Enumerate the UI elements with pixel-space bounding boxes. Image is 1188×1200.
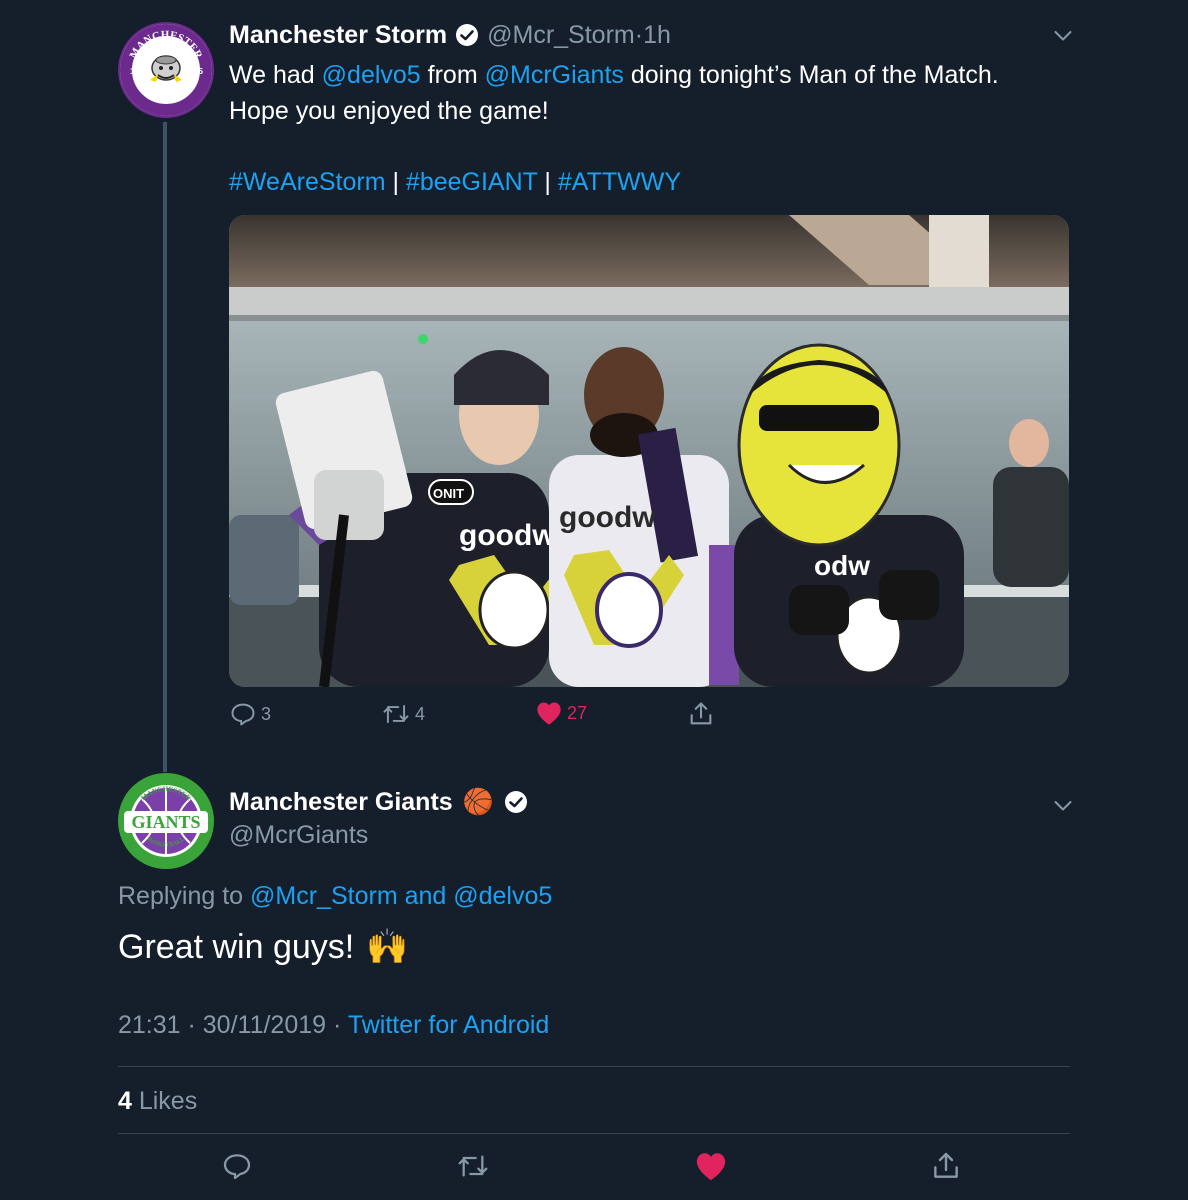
hashtag-separator: | (385, 168, 406, 196)
storm-logo: MANCHESTER STORM 19 95 (120, 24, 212, 116)
author-handle[interactable]: @Mcr_Storm (487, 20, 635, 50)
author-name[interactable]: Manchester Storm (229, 20, 447, 50)
jersey-badge-text: ONIT (433, 486, 464, 501)
divider (118, 1066, 1070, 1067)
replying-to: Replying to @Mcr_Storm and @delvo5 (118, 879, 552, 913)
divider (118, 1133, 1070, 1134)
retweet-icon (383, 704, 409, 724)
hashtag-beegiant[interactable]: #beeGIANT (406, 168, 538, 196)
like-count: 27 (567, 702, 588, 723)
tweet-source[interactable]: Twitter for Android (348, 1011, 549, 1039)
hashtag-wearestorm[interactable]: #WeAreStorm (229, 168, 386, 196)
author-name[interactable]: Manchester Giants (229, 786, 453, 818)
text-part: from (420, 61, 485, 89)
meta-separator: · (326, 1011, 348, 1039)
tweet-thread: MANCHESTER STORM 19 95 Manchester Storm … (0, 0, 1188, 1200)
tweet-time[interactable]: 1h (643, 20, 671, 50)
reply-icon[interactable] (221, 1150, 253, 1182)
mention-delvo5[interactable]: @delvo5 (322, 61, 421, 89)
raising-hands-emoji: 🙌 (366, 928, 409, 966)
retweet-icon[interactable] (455, 1150, 491, 1182)
chevron-down-icon[interactable] (1054, 800, 1072, 812)
likes-summary[interactable]: 4 Likes (118, 1084, 197, 1118)
giants-logo: MANCHESTER BASKETBALL GIANTS (119, 774, 213, 868)
tweet2-meta: 21:31 · 30/11/2019 · Twitter for Android (118, 1008, 549, 1042)
tweet1-text: We had @delvo5 from @McrGiants doing ton… (229, 57, 1129, 129)
tweet1-header: Manchester Storm @Mcr_Storm · 1h (229, 20, 671, 50)
tweet2-header: Manchester Giants 🏀 (229, 786, 536, 818)
tweet1-hashtags: #WeAreStorm | #beeGIANT | #ATTWWY (229, 164, 681, 200)
likes-label: Likes (131, 1087, 198, 1115)
tweet-photo[interactable]: goodwin ONIT goodw odw (229, 215, 1069, 687)
giants-logo-wordmark: GIANTS (131, 812, 200, 832)
chevron-down-icon[interactable] (1054, 30, 1072, 42)
retweet-count: 4 (415, 703, 426, 724)
basketball-emoji: 🏀 (462, 788, 494, 816)
likes-count: 4 (118, 1087, 132, 1115)
jersey-sponsor-3: odw (814, 550, 870, 581)
mention-mcrgiants[interactable]: @McrGiants (485, 61, 624, 89)
share-icon (690, 702, 712, 725)
manchester-giants-avatar[interactable]: MANCHESTER BASKETBALL GIANTS (118, 773, 214, 869)
share-icon[interactable] (930, 1150, 962, 1182)
storm-logo-left-year: 19 (130, 67, 139, 76)
jersey-sponsor-2: goodw (559, 501, 656, 534)
thread-connector (163, 122, 167, 772)
heart-filled-icon[interactable] (694, 1150, 728, 1182)
tweet2-text: Great win guys! 🙌 (118, 925, 409, 969)
tweet2-actions (0, 1150, 1188, 1186)
tweet1-actions: 3 4 27 (229, 700, 729, 734)
reply-count: 3 (261, 703, 272, 724)
text-line2: Hope you enjoyed the game! (229, 97, 549, 125)
hashtag-separator: | (537, 168, 558, 196)
tweet-text: Great win guys! (118, 928, 355, 966)
manchester-storm-avatar[interactable]: MANCHESTER STORM 19 95 (118, 22, 214, 118)
verified-badge-icon (504, 791, 527, 813)
reply-icon (231, 703, 255, 726)
reply-action[interactable]: 3 (229, 700, 271, 728)
author-handle[interactable]: @McrGiants (229, 819, 368, 851)
photo-illustration: goodwin ONIT goodw odw (229, 215, 1069, 687)
replying-label: Replying to (118, 882, 251, 910)
hashtag-attwwy[interactable]: #ATTWWY (558, 168, 681, 196)
header-separator: · (634, 21, 644, 49)
meta-separator: · (180, 1011, 203, 1039)
replying-to-users[interactable]: @Mcr_Storm and @delvo5 (250, 882, 552, 910)
verified-badge-icon (456, 24, 479, 46)
storm-logo-right-year: 95 (194, 67, 203, 76)
tweet-date: 30/11/2019 (202, 1011, 327, 1039)
share-action[interactable] (687, 700, 719, 728)
heart-filled-icon (537, 702, 561, 725)
tweet-time: 21:31 (118, 1011, 181, 1039)
retweet-action[interactable]: 4 (381, 700, 425, 728)
text-part: doing tonight’s Man of the Match. (623, 61, 999, 89)
like-action[interactable]: 27 (535, 700, 587, 726)
text-part: We had (229, 61, 322, 89)
